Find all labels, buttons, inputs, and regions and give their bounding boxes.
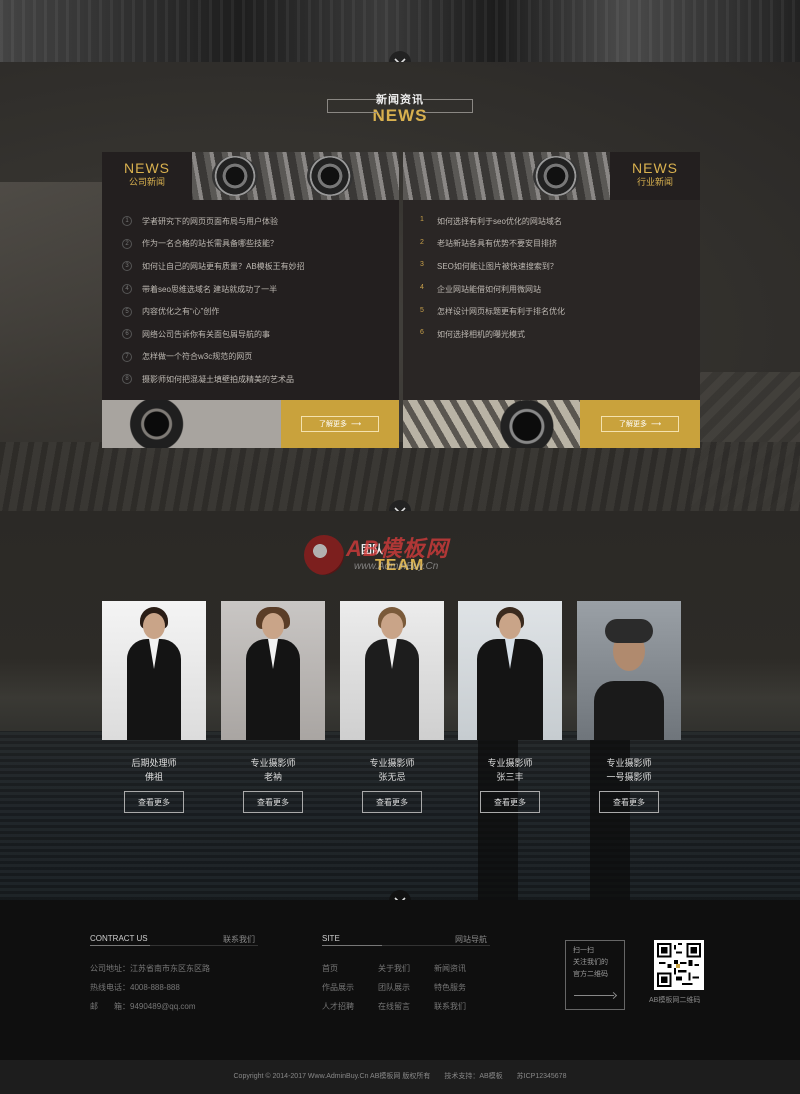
news-item[interactable]: 6 如何选择相机的曝光模式 <box>417 323 687 346</box>
industry-news-list: 1 如何选择有利于seo优化的网站域名 2 老站新站各具有优势不要安目排挤 3 SEO… <box>417 210 687 346</box>
watermark: AB模板网 www.AdminBuy.Cn <box>302 525 502 585</box>
news-item[interactable]: 1 学者研究下的网页页面布局与用户体验 <box>122 210 392 233</box>
contact-phone: 热线电话：4008-888-888 <box>90 983 180 992</box>
footer-link-services[interactable]: 特色服务 <box>434 982 466 993</box>
news-item[interactable]: 1 如何选择有利于seo优化的网站域名 <box>417 210 687 233</box>
news-item[interactable]: 2 作为一名合格的站长需具备哪些技能？ <box>122 233 392 256</box>
member-name: 张三丰 <box>496 772 524 782</box>
member-name: 张无忌 <box>378 772 406 782</box>
site-title-en: SITE <box>322 934 340 943</box>
footer-link-home[interactable]: 首页 <box>322 963 338 974</box>
ab-logo-icon <box>304 535 344 575</box>
footer-link-team[interactable]: 团队展示 <box>378 982 410 993</box>
arrow-right-icon: ⟶ <box>650 421 662 428</box>
industry-news-more-button[interactable]: 了解更多 ⟶ <box>601 416 679 432</box>
member-name: 一号摄影师 <box>606 772 652 782</box>
footer-link-about[interactable]: 关于我们 <box>378 963 410 974</box>
site-title-cn: 网站导航 <box>455 935 487 944</box>
contact-title-en: CONTRACT US <box>90 934 148 943</box>
contact-address: 公司地址：江苏省南市东区东区路 <box>90 964 210 973</box>
news-item[interactable]: 3 如何让自己的网站更有质量？AB模板王有妙招 <box>122 255 392 278</box>
member-role: 专业摄影师 <box>487 758 533 768</box>
member-role: 专业摄影师 <box>369 758 415 768</box>
member-photo[interactable] <box>458 601 562 740</box>
member-role: 后期处理师 <box>131 758 177 768</box>
team-member-card: 后期处理师 佛祖 查看更多 <box>102 601 206 813</box>
news-item[interactable]: 4 企业网站能借如何利用微网站 <box>417 278 687 301</box>
view-more-button[interactable]: 查看更多 <box>599 791 659 813</box>
news-item[interactable]: 5 内容优化之有“心”创作 <box>122 300 392 323</box>
company-news-tag[interactable]: NEWS 公司新闻 <box>102 152 192 200</box>
news-item[interactable]: 6 网络公司告诉你有关面包屑导航的事 <box>122 323 392 346</box>
member-role: 专业摄影师 <box>250 758 296 768</box>
company-news-list: 1 学者研究下的网页页面布局与用户体验 2 作为一名合格的站长需具备哪些技能？ 3如… <box>122 210 392 391</box>
view-more-button[interactable]: 查看更多 <box>243 791 303 813</box>
news-section-title: 新闻资讯 NEWS <box>300 91 500 125</box>
footer-link-message[interactable]: 在线留言 <box>378 1001 410 1012</box>
footer: CONTRACT US 联系我们 公司地址：江苏省南市东区东区路 热线电话：40… <box>0 900 800 1060</box>
news-item[interactable]: 4 带着seo思维选域名 建站就成功了一半 <box>122 278 392 301</box>
team-member-card: 专业摄影师 张无忌 查看更多 <box>340 601 444 813</box>
news-item[interactable]: 5 怎样设计网页标题更有利于排名优化 <box>417 300 687 323</box>
industry-news-tag[interactable]: NEWS 行业新闻 <box>610 152 700 200</box>
photographer-image <box>102 400 284 448</box>
view-more-button[interactable]: 查看更多 <box>480 791 540 813</box>
member-photo[interactable] <box>340 601 444 740</box>
team-member-card: 专业摄影师 张三丰 查看更多 <box>458 601 562 813</box>
member-role: 专业摄影师 <box>606 758 652 768</box>
news-item[interactable]: 3 SEO如何能让图片被快速搜索到？ <box>417 255 687 278</box>
news-section: 新闻资讯 NEWS NEWS 公司新闻 1 学者研究下的网页页面布局与用户体验 2… <box>0 62 800 512</box>
company-news-panel: NEWS 公司新闻 1 学者研究下的网页页面布局与用户体验 2 作为一名合格的站长需… <box>102 152 399 448</box>
footer-link-jobs[interactable]: 人才招聘 <box>322 1001 354 1012</box>
view-more-button[interactable]: 查看更多 <box>362 791 422 813</box>
contact-title-cn: 联系我们 <box>223 935 255 944</box>
contact-email: 邮 箱：9490489@qq.com <box>90 1002 196 1011</box>
copyright: Copyright © 2014-2017 Www.AdminBuy.Cn AB… <box>0 1060 800 1094</box>
camera-lens-image <box>403 400 580 448</box>
industry-news-panel: NEWS 行业新闻 1 如何选择有利于seo优化的网站域名 2 老站新站各具有优势不… <box>403 152 700 448</box>
news-item[interactable]: 2 老站新站各具有优势不要安目排挤 <box>417 233 687 256</box>
news-item[interactable]: 7 怎样做一个符合w3c规范的网页 <box>122 346 392 369</box>
qr-code-image <box>654 940 704 990</box>
team-section: 团队 TEAM AB模板网 www.AdminBuy.Cn 后期处理师 佛祖 查… <box>0 511 800 900</box>
member-name: 佛祖 <box>144 772 163 782</box>
team-member-card: 专业摄影师 一号摄影师 查看更多 <box>577 601 681 813</box>
footer-link-works[interactable]: 作品展示 <box>322 982 354 993</box>
qr-prompt-box: 扫一扫 关注我们的 官方二维码 <box>565 940 625 1010</box>
company-news-more-button[interactable]: 了解更多 ⟶ <box>301 416 379 432</box>
arrow-right-icon <box>574 995 614 996</box>
footer-link-news[interactable]: 新闻资讯 <box>434 963 466 974</box>
member-name: 老衲 <box>263 772 282 782</box>
arrow-right-icon: ⟶ <box>350 421 362 428</box>
footer-link-contact[interactable]: 联系我们 <box>434 1001 466 1012</box>
member-photo[interactable] <box>577 601 681 740</box>
team-member-card: 专业摄影师 老衲 查看更多 <box>221 601 325 813</box>
news-item[interactable]: 8 摄影师如何把混凝土填壁拍成精美的艺术品 <box>122 368 392 391</box>
member-photo[interactable] <box>102 601 206 740</box>
view-more-button[interactable]: 查看更多 <box>124 791 184 813</box>
member-photo[interactable] <box>221 601 325 740</box>
qr-caption: AB模板网二维码 <box>649 997 701 1004</box>
